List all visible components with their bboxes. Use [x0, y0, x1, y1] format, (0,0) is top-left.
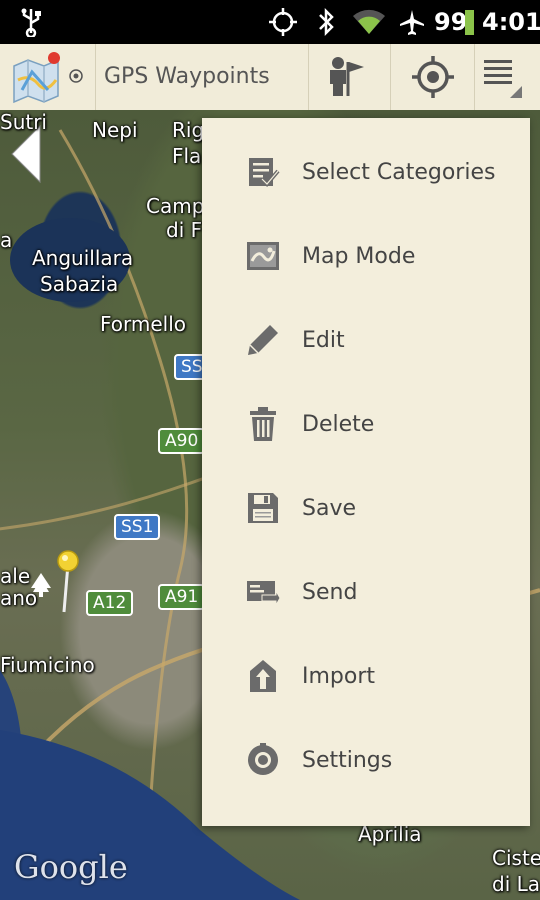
map-label: Nepi — [92, 118, 138, 142]
app-title: GPS Waypoints — [104, 64, 270, 89]
map-mode-icon — [244, 237, 282, 275]
map-label: di F — [166, 218, 203, 242]
waypoint-person-icon[interactable] — [324, 54, 370, 104]
menu-item-select-categories[interactable]: Select Categories — [202, 130, 530, 214]
save-floppy-icon — [244, 489, 282, 527]
menu-item-send[interactable]: Send — [202, 550, 530, 634]
menu-item-import[interactable]: Import — [202, 634, 530, 718]
map-label: Camp — [146, 194, 205, 218]
menu-item-label: Edit — [302, 327, 345, 353]
menu-item-label: Import — [302, 663, 376, 689]
map-label: Fiumicino — [0, 653, 95, 677]
menu-item-label: Save — [302, 495, 357, 521]
map-label: Anguillara — [32, 246, 134, 270]
separator — [474, 44, 475, 110]
menu-item-label: Send — [302, 579, 358, 605]
road-shield: A90 — [158, 428, 206, 454]
select-categories-icon — [244, 153, 282, 191]
send-icon — [244, 573, 282, 611]
park-tree-icon — [30, 572, 52, 602]
gps-icon — [268, 0, 298, 44]
menu-item-save[interactable]: Save — [202, 466, 530, 550]
menu-item-label: Settings — [302, 747, 393, 773]
clock: 4:01 — [482, 8, 540, 36]
menu-item-label: Delete — [302, 411, 375, 437]
status-bar: 99 4:01 — [0, 0, 540, 44]
bluetooth-icon — [316, 0, 336, 44]
menu-item-label: Select Categories — [302, 159, 496, 185]
menu-item-edit[interactable]: Edit — [202, 298, 530, 382]
separator — [308, 44, 309, 110]
google-attribution: Google — [14, 848, 128, 886]
separator — [390, 44, 391, 110]
map-label: Sutri — [0, 110, 47, 134]
map-app-icon[interactable] — [8, 50, 64, 110]
overflow-menu: Select Categories Map Mode Edit Delete S… — [202, 118, 530, 826]
menu-item-delete[interactable]: Delete — [202, 382, 530, 466]
battery-icon — [465, 0, 475, 44]
action-bar: GPS Waypoints — [0, 44, 540, 111]
menu-item-settings[interactable]: Settings — [202, 718, 530, 802]
import-icon — [244, 657, 282, 695]
edit-pencil-icon — [244, 321, 282, 359]
map-label: Ciste — [492, 846, 540, 870]
airplane-icon — [398, 0, 426, 44]
map-label: Rig — [172, 118, 205, 142]
menu-item-map-mode[interactable]: Map Mode — [202, 214, 530, 298]
gps-locate-icon[interactable] — [410, 54, 456, 104]
settings-gear-icon — [244, 741, 282, 779]
waypoint-pin-icon[interactable] — [56, 550, 82, 618]
trash-icon — [244, 405, 282, 443]
map-label: ale — [0, 564, 31, 588]
usb-icon — [20, 0, 42, 44]
map-label: di La — [492, 872, 540, 896]
wifi-icon — [352, 0, 386, 44]
map-label: Sabazia — [40, 272, 119, 296]
road-shield: A91 — [158, 584, 206, 610]
map-label: Formello — [100, 312, 187, 336]
dropdown-icon[interactable] — [68, 68, 84, 88]
road-shield: SS1 — [114, 514, 161, 540]
map-label: a — [0, 228, 13, 252]
overflow-menu-icon[interactable] — [482, 56, 526, 104]
road-shield: A12 — [86, 590, 134, 616]
menu-item-label: Map Mode — [302, 243, 416, 269]
battery-percent: 99 — [434, 8, 468, 36]
separator — [95, 44, 96, 110]
map-label: Fla — [172, 144, 202, 168]
